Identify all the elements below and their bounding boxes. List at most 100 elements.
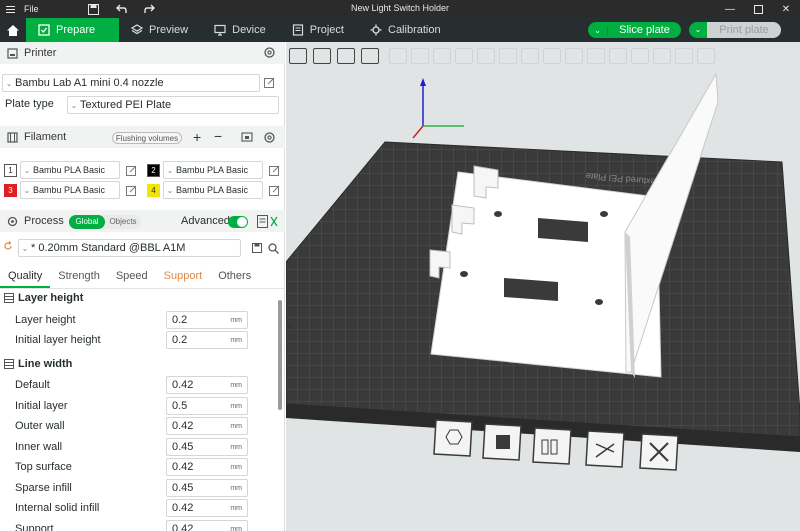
svg-text:‹: ‹ [288, 321, 291, 332]
add-filament-icon[interactable]: + [193, 129, 201, 145]
setting-unit: mm [230, 316, 242, 324]
compare-icon[interactable] [257, 215, 281, 231]
setting-unit: mm [230, 336, 242, 344]
line-width-group-title: Line width [18, 358, 73, 370]
search-icon[interactable] [268, 243, 279, 257]
edit-icon[interactable] [126, 185, 138, 197]
tab-prepare[interactable]: Prepare [26, 18, 119, 42]
save-preset-icon[interactable] [252, 243, 262, 256]
global-option[interactable]: Global [69, 215, 105, 229]
settings-scrollbar[interactable] [278, 300, 282, 410]
tab-speed[interactable]: Speed [108, 266, 156, 288]
plate-type-value: Textured PEI Plate [80, 99, 172, 111]
flushing-volumes-button[interactable]: Flushing volumes [112, 132, 182, 144]
print-plate-button[interactable]: ⌄ Print plate [689, 22, 781, 38]
setting-value: 0.2 [172, 334, 188, 346]
tab-project-label: Project [309, 24, 344, 36]
filament-select[interactable]: ⌄ Bambu PLA Basic [163, 161, 263, 179]
filament-name: Bambu PLA Basic [33, 185, 106, 195]
remove-filament-icon[interactable]: − [214, 128, 222, 144]
gear-icon[interactable] [263, 131, 276, 147]
setting-row-inner-wall: Inner wall 0.45 mm [0, 438, 280, 458]
slice-plate-button[interactable]: ⌄ Slice plate [588, 22, 681, 38]
filament-slot-number: 1 [4, 163, 17, 177]
setting-input[interactable]: 0.2 mm [166, 311, 248, 329]
filament-section-title: Filament [24, 131, 67, 143]
filament-select[interactable]: ⌄ Bambu PLA Basic [20, 181, 120, 199]
advanced-toggle[interactable] [228, 216, 248, 228]
setting-row-layer-height: Layer height 0.2 mm [0, 311, 280, 331]
setting-row-outer-wall: Outer wall 0.42 mm [0, 417, 280, 437]
setting-input[interactable]: 0.45 mm [166, 479, 248, 497]
setting-input[interactable]: 0.2 mm [166, 331, 248, 349]
tab-calibration[interactable]: Calibration [358, 18, 455, 42]
printer-name: Bambu Lab A1 mini 0.4 nozzle [15, 77, 164, 89]
chevron-down-icon[interactable]: ⌄ [588, 25, 608, 35]
gear-icon[interactable] [263, 46, 276, 62]
tab-quality[interactable]: Quality [0, 266, 51, 288]
menu-icon[interactable] [6, 0, 22, 18]
filament-select[interactable]: ⌄ Bambu PLA Basic [163, 181, 263, 199]
chevron-down-icon[interactable]: ⌄ [689, 22, 707, 38]
setting-input[interactable]: 0.42 mm [166, 520, 248, 531]
process-preset-select[interactable]: ⌄ * 0.20mm Standard @BBL A1M [18, 239, 241, 257]
file-menu[interactable]: File [24, 4, 39, 14]
layout-icon[interactable] [501, 447, 502, 448]
window-controls: — ✕ [716, 0, 800, 18]
setting-input[interactable]: 0.42 mm [166, 376, 248, 394]
plate-type-select[interactable]: ⌄ Textured PEI Plate [67, 96, 279, 114]
home-icon[interactable] [0, 18, 26, 42]
save-icon[interactable] [87, 2, 101, 16]
sync-icon[interactable] [241, 131, 253, 146]
reset-icon[interactable] [3, 241, 13, 254]
line-width-group-header: Line width [0, 354, 280, 374]
setting-input[interactable]: 0.45 mm [166, 438, 248, 456]
device-icon [214, 24, 226, 36]
setting-input[interactable]: 0.5 mm [166, 397, 248, 415]
edit-icon[interactable] [126, 165, 138, 177]
tab-others[interactable]: Others [210, 266, 259, 288]
minimize-icon[interactable]: — [716, 0, 744, 18]
orient-icon[interactable] [440, 450, 441, 451]
setting-input[interactable]: 0.42 mm [166, 458, 248, 476]
setting-unit: mm [230, 484, 242, 492]
setting-input[interactable]: 0.42 mm [166, 417, 248, 435]
setting-label: Initial layer [15, 400, 68, 412]
setting-label: Inner wall [15, 441, 63, 453]
layers-icon [131, 24, 143, 36]
edit-icon[interactable] [269, 185, 281, 197]
tab-device[interactable]: Device [202, 18, 280, 42]
filament-slot-2: 2 ⌄ Bambu PLA Basic [147, 161, 263, 179]
objects-option[interactable]: Objects [105, 215, 141, 229]
filament-slot-1: 1 ⌄ Bambu PLA Basic [4, 161, 120, 179]
delete-plate-icon[interactable] [659, 454, 660, 455]
tab-strength[interactable]: Strength [50, 266, 108, 288]
setting-row-sparse-infill: Sparse infill 0.45 mm [0, 479, 280, 499]
setting-unit: mm [230, 422, 242, 430]
filament-select[interactable]: ⌄ Bambu PLA Basic [20, 161, 120, 179]
setting-value: 0.42 [172, 420, 194, 432]
maximize-icon[interactable] [744, 0, 772, 18]
setting-input[interactable]: 0.42 mm [166, 499, 248, 517]
redo-icon[interactable] [143, 2, 157, 16]
tab-project[interactable]: Project [280, 18, 358, 42]
tab-preview[interactable]: Preview [119, 18, 202, 42]
setting-value: 0.42 [172, 379, 194, 391]
layer-height-icon [4, 293, 14, 303]
tab-support[interactable]: Support [156, 266, 211, 288]
setting-unit: mm [230, 381, 242, 389]
plate-type-label: Plate type [5, 98, 54, 110]
edit-icon[interactable] [264, 77, 276, 89]
plate-settings-icon[interactable] [551, 449, 552, 450]
global-objects-toggle[interactable]: Global Objects [69, 215, 141, 229]
printer-select[interactable]: ⌄ Bambu Lab A1 mini 0.4 nozzle [2, 74, 260, 92]
filament-icon [6, 131, 18, 143]
lock-plate-icon[interactable] [605, 451, 606, 452]
setting-label: Initial layer height [15, 334, 101, 346]
edit-icon[interactable] [269, 165, 281, 177]
tab-calibration-label: Calibration [388, 24, 441, 36]
close-icon[interactable]: ✕ [772, 0, 800, 18]
setting-unit: mm [230, 525, 242, 531]
3d-viewport[interactable]: Bambu Textured PEI Plate ‹ [286, 42, 800, 531]
undo-icon[interactable] [115, 2, 129, 16]
